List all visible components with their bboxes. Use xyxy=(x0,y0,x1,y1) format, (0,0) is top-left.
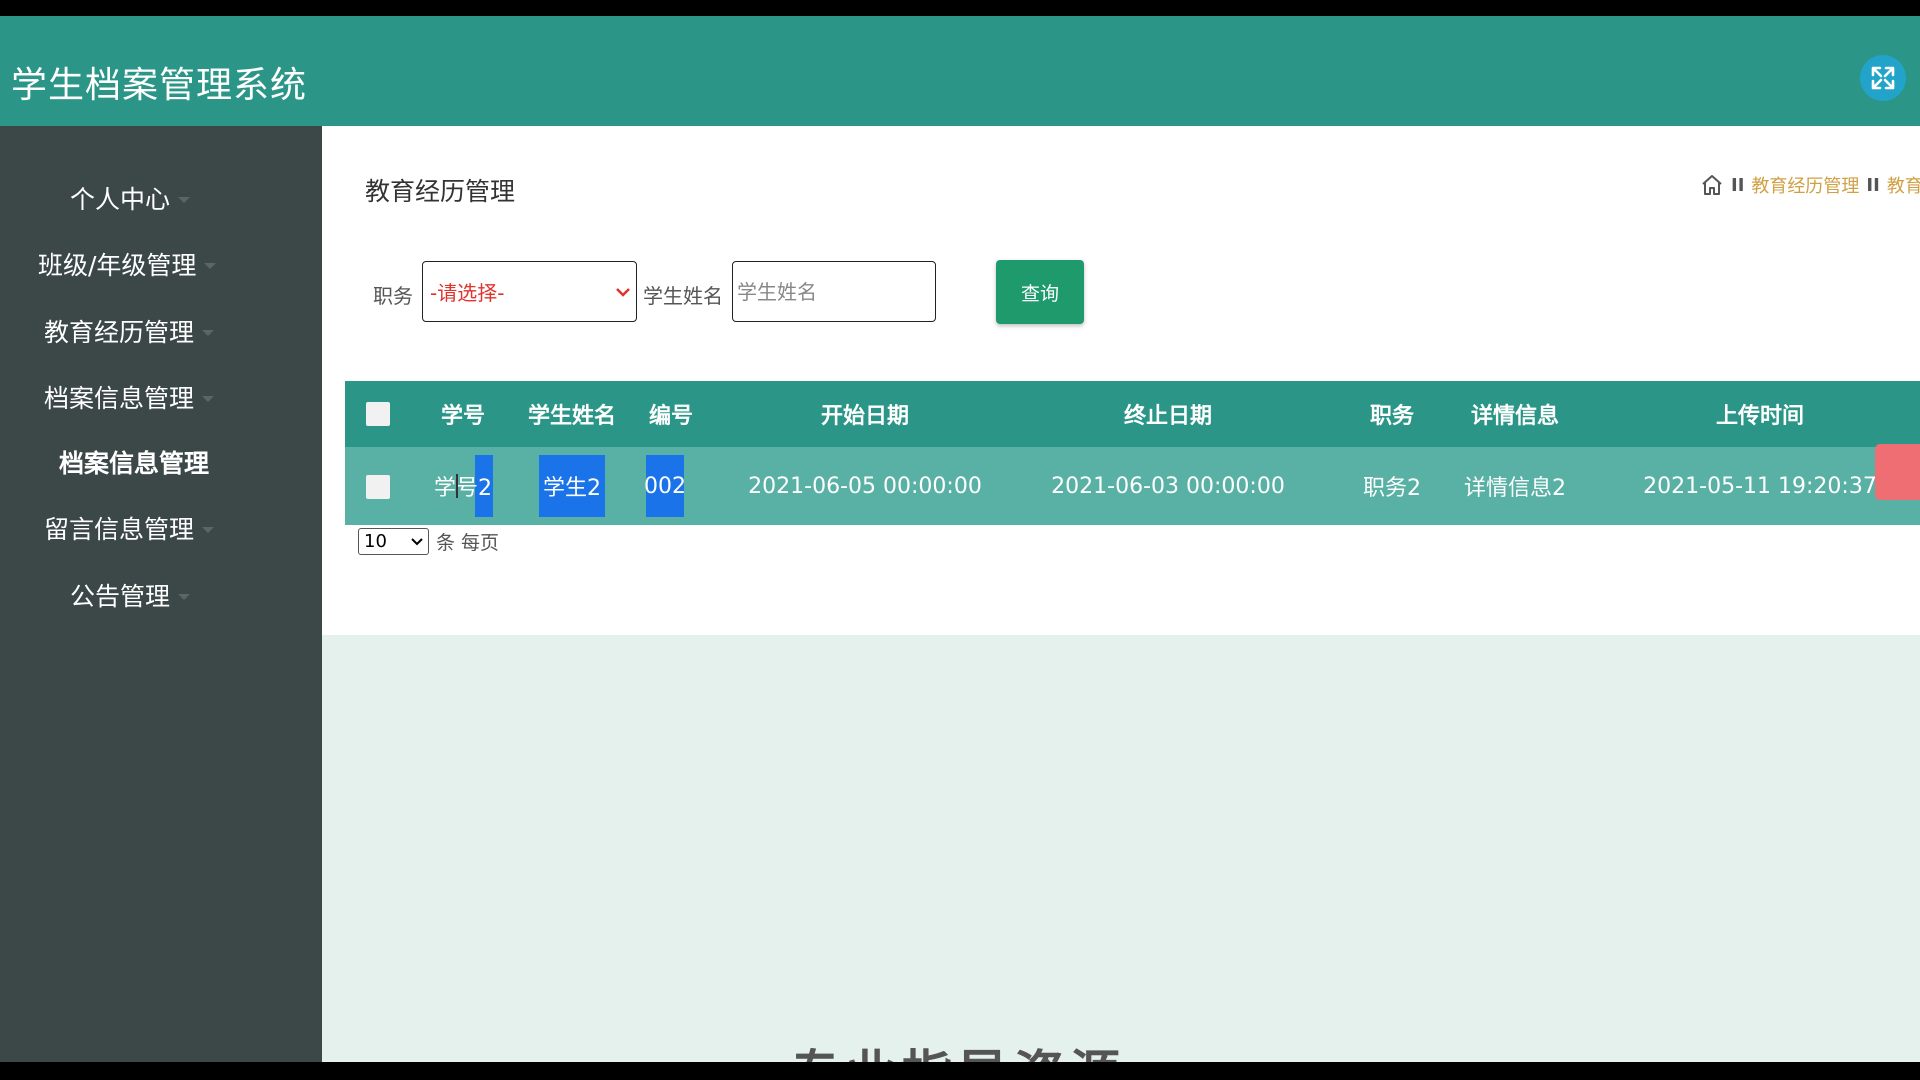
sidebar-item-personal-center[interactable]: 个人中心 xyxy=(70,178,191,218)
page-title: 教育经历管理 xyxy=(365,177,516,206)
caret-down-icon xyxy=(202,396,215,402)
search-button[interactable]: 查询 xyxy=(996,260,1084,324)
table-row[interactable]: 学号2 学生2 002 2021-06-05 00:00:00 2021-06-… xyxy=(345,447,1920,525)
page-size-select[interactable]: 10 xyxy=(358,528,429,555)
app-screen: 学生档案管理系统 个人中心 班级/年级管理 教育经历管理 档案信息管理 档案信息… xyxy=(0,16,1920,1062)
cell-start-date: 2021-06-05 00:00:00 xyxy=(748,473,982,499)
sidebar-item-label: 留言信息管理 xyxy=(44,515,195,544)
breadcrumb: II 教育经历管理 II 教育 xyxy=(1700,172,1920,198)
sidebar-item-education[interactable]: 教育经历管理 xyxy=(44,311,215,351)
top-bar: 学生档案管理系统 xyxy=(0,16,1920,126)
pagination: 10 条 每页 xyxy=(358,528,499,555)
breadcrumb-item-current[interactable]: 教育 xyxy=(1887,172,1920,198)
chevron-down-icon xyxy=(411,537,423,545)
sidebar: 个人中心 班级/年级管理 教育经历管理 档案信息管理 档案信息管理 留言信息管理… xyxy=(0,126,322,1062)
caret-down-icon xyxy=(202,330,215,336)
delete-button[interactable] xyxy=(1875,444,1920,500)
cell-end-date: 2021-06-03 00:00:00 xyxy=(1051,473,1285,499)
chevron-down-icon xyxy=(616,287,630,297)
sidebar-item-label: 教育经历管理 xyxy=(44,318,195,347)
cell-role: 职务2 xyxy=(1363,476,1421,501)
page-size-suffix: 条 每页 xyxy=(436,532,500,554)
role-select[interactable]: -请选择- xyxy=(422,261,637,322)
student-name-input[interactable] xyxy=(732,261,936,322)
sidebar-item-notices[interactable]: 公告管理 xyxy=(70,575,191,615)
caret-down-icon xyxy=(202,527,215,533)
cell-number: 002 xyxy=(644,473,686,499)
sidebar-subitem-archive[interactable]: 档案信息管理 xyxy=(59,442,209,482)
expand-icon xyxy=(1871,66,1895,90)
app-title: 学生档案管理系统 xyxy=(11,65,308,106)
role-select-value: -请选择- xyxy=(430,281,505,305)
home-icon[interactable] xyxy=(1700,173,1724,197)
student-name-label: 学生姓名 xyxy=(643,284,723,308)
sidebar-item-label: 档案信息管理 xyxy=(59,449,210,478)
column-header-student-name[interactable]: 学生姓名 xyxy=(517,381,627,447)
cell-upload-time: 2021-05-11 19:20:37 xyxy=(1643,473,1877,499)
main-panel: 教育经历管理 II 教育经历管理 II 教育 职务 -请选择- 学生姓名 查询 … xyxy=(322,126,1920,635)
sidebar-item-label: 档案信息管理 xyxy=(44,384,195,413)
role-label: 职务 xyxy=(373,284,413,308)
sidebar-item-archive[interactable]: 档案信息管理 xyxy=(44,377,215,417)
sidebar-item-label: 个人中心 xyxy=(70,185,171,214)
column-header-upload-time[interactable]: 上传时间 xyxy=(1635,381,1885,447)
table-header: 学号 学生姓名 编号 开始日期 终止日期 职务 详情信息 上传时间 xyxy=(345,381,1920,447)
select-all-checkbox[interactable] xyxy=(366,402,390,426)
sidebar-item-label: 公告管理 xyxy=(70,582,171,611)
sidebar-item-messages[interactable]: 留言信息管理 xyxy=(44,508,215,548)
caret-down-icon xyxy=(204,263,217,269)
column-header-end-date[interactable]: 终止日期 xyxy=(1028,381,1308,447)
overlay-caption: 专业指导资源 xyxy=(790,1034,1126,1062)
caret-down-icon xyxy=(178,197,191,203)
column-header-role[interactable]: 职务 xyxy=(1347,381,1437,447)
cell-student-name: 学生2 xyxy=(543,476,601,501)
fullscreen-button[interactable] xyxy=(1860,55,1906,101)
breadcrumb-item-education[interactable]: 教育经历管理 xyxy=(1751,172,1859,198)
sidebar-item-class-grade[interactable]: 班级/年级管理 xyxy=(38,244,217,284)
cell-details: 详情信息2 xyxy=(1464,476,1566,501)
breadcrumb-separator: II xyxy=(1866,174,1880,196)
row-checkbox[interactable] xyxy=(366,475,390,499)
column-header-details[interactable]: 详情信息 xyxy=(1445,381,1585,447)
column-header-student-id[interactable]: 学号 xyxy=(423,381,503,447)
page-size-value: 10 xyxy=(364,531,387,552)
caret-down-icon xyxy=(178,594,191,600)
column-header-number[interactable]: 编号 xyxy=(632,381,710,447)
sidebar-item-label: 班级/年级管理 xyxy=(38,251,197,280)
cell-student-id: 学号2 xyxy=(434,476,492,501)
breadcrumb-separator: II xyxy=(1731,174,1745,196)
text-cursor xyxy=(456,474,458,498)
column-header-start-date[interactable]: 开始日期 xyxy=(725,381,1005,447)
